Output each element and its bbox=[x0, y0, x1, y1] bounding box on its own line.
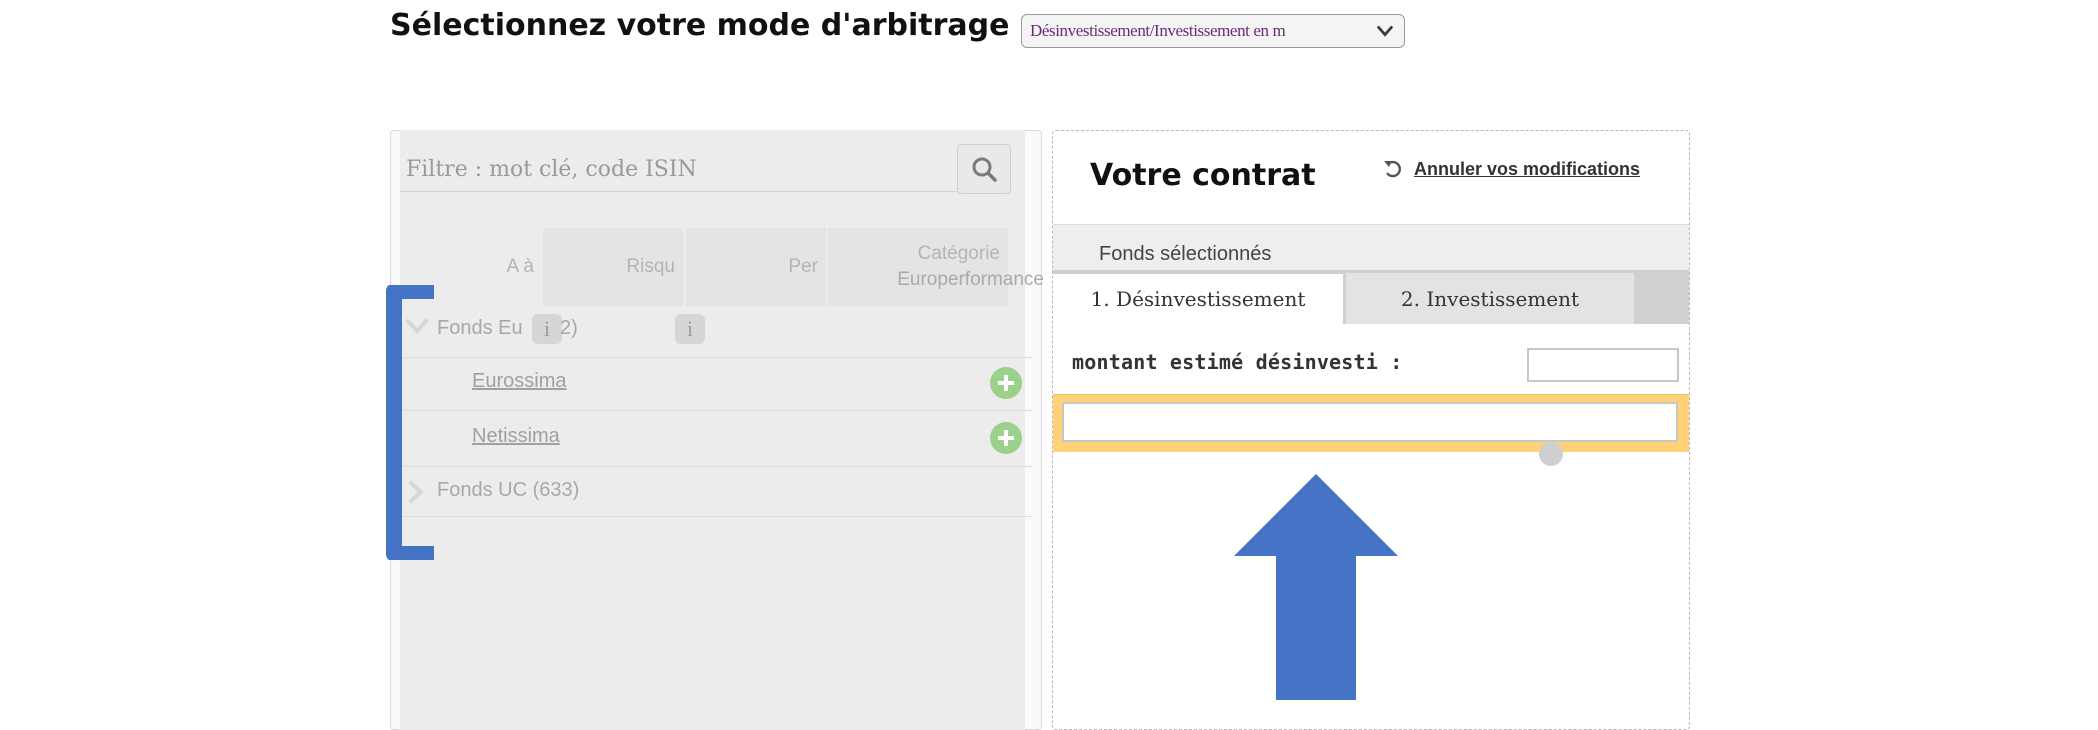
add-fund-button[interactable] bbox=[990, 367, 1022, 399]
row-divider bbox=[400, 357, 1032, 358]
plus-icon bbox=[998, 375, 1014, 391]
column-header-category-line2: Europerformance bbox=[897, 269, 1044, 290]
undo-icon bbox=[1384, 160, 1401, 178]
undo-changes-link[interactable]: Annuler vos modifications bbox=[1382, 158, 1640, 180]
row-divider bbox=[400, 410, 1032, 411]
column-header-category[interactable]: Catégorie Europerformance bbox=[828, 228, 1044, 306]
estimated-amount-field[interactable] bbox=[1527, 348, 1679, 382]
arbitrage-mode-select[interactable]: Désinvestissement/Investissement en m bbox=[1021, 14, 1405, 48]
annotation-arrow-up-icon bbox=[1234, 474, 1398, 700]
arbitrage-mode-value: Désinvestissement/Investissement en m bbox=[1030, 21, 1286, 40]
plus-icon bbox=[998, 430, 1014, 446]
undo-changes-label: Annuler vos modifications bbox=[1414, 158, 1641, 179]
group-count-euro: 2) bbox=[560, 317, 578, 339]
search-icon bbox=[972, 157, 997, 182]
disinvest-input-field[interactable] bbox=[1062, 402, 1678, 442]
group-label-uc[interactable]: Fonds UC (633) bbox=[437, 479, 579, 502]
info-icon[interactable]: i bbox=[675, 314, 705, 344]
column-header-category-line1: Catégorie bbox=[917, 243, 1000, 264]
page-title: Sélectionnez votre mode d'arbitrage : bbox=[390, 8, 1032, 43]
tab-disinvestment[interactable]: 1. Désinvestissement bbox=[1053, 273, 1343, 324]
contract-title: Votre contrat bbox=[1090, 158, 1316, 193]
annotation-bracket bbox=[386, 285, 434, 560]
chevron-down-icon bbox=[1377, 25, 1393, 37]
group-label-euro[interactable]: Fonds Eu bbox=[437, 317, 523, 340]
column-header-performance[interactable]: Per bbox=[686, 228, 826, 306]
filter-input[interactable] bbox=[400, 148, 960, 192]
slider-handle[interactable] bbox=[1539, 442, 1563, 466]
row-divider bbox=[400, 466, 1032, 467]
column-header-risk[interactable]: Risqu bbox=[543, 228, 683, 306]
fund-link-netissima[interactable]: Netissima bbox=[472, 425, 560, 448]
estimated-amount-label: montant estimé désinvesti : bbox=[1072, 350, 1403, 374]
search-button[interactable] bbox=[957, 144, 1011, 194]
tab-investment[interactable]: 2. Investissement bbox=[1346, 273, 1634, 324]
selected-funds-label: Fonds sélectionnés bbox=[1099, 243, 1272, 265]
row-divider bbox=[400, 516, 1032, 517]
add-fund-button[interactable] bbox=[990, 422, 1022, 454]
info-icon[interactable]: i bbox=[532, 314, 562, 344]
fund-link-eurossima[interactable]: Eurossima bbox=[472, 370, 566, 393]
